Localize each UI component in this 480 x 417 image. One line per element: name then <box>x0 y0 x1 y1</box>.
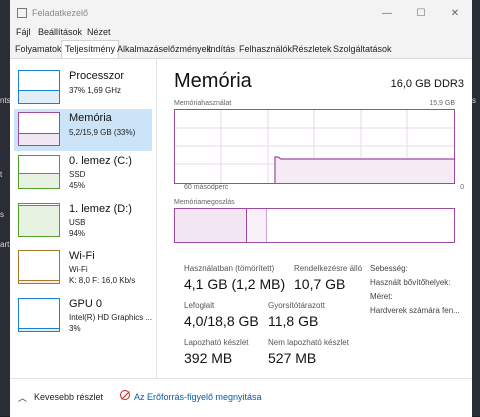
memory-usage-graph <box>174 109 455 184</box>
sidebar-item-title: 0. lemez (C:) <box>69 155 132 167</box>
status-bar: ︿ Kevesebb részlet Az Erőforrás-figyelő … <box>10 378 472 417</box>
resource-monitor-icon <box>120 390 130 400</box>
thumbnail-fill <box>19 205 59 236</box>
memory-composition-bar <box>174 208 455 243</box>
memory-spec: 16,0 GB DDR3 <box>390 78 464 90</box>
minimize-button[interactable]: — <box>370 0 404 26</box>
tab-performance[interactable]: Teljesítmény <box>61 40 120 58</box>
thumbnail-fill <box>19 90 59 103</box>
resource-monitor-link[interactable]: Az Erőforrás-figyelő megnyitása <box>134 392 262 402</box>
menu-bar: Fájl Beállítások Nézet <box>10 26 472 40</box>
stat-label: Lefoglalt <box>184 301 215 310</box>
sidebar-item-usage: 45% <box>69 181 86 190</box>
menu-view[interactable]: Nézet <box>87 27 111 37</box>
background-window-left: nts t s art <box>0 0 11 416</box>
thumbnail-fill <box>19 328 59 331</box>
resource-sidebar: Processzor 37% 1,69 GHz Memória 5,2/15,9… <box>10 59 156 377</box>
stat-label: Használatban (tömörített) <box>184 264 275 273</box>
tab-processes[interactable]: Folyamatok <box>15 44 62 54</box>
thumbnail-fill <box>19 133 59 145</box>
info-label: Sebesség: <box>370 264 408 273</box>
sidebar-item-throughput: K: 8,0 F: 16,0 Kb/s <box>69 276 136 285</box>
sidebar-item-title: Wi-Fi <box>69 250 95 262</box>
stat-value: 392 MB <box>184 350 233 366</box>
composition-free[interactable] <box>267 209 454 242</box>
tab-users[interactable]: Felhasználók <box>239 44 292 54</box>
sidebar-item-detail: 5,2/15,9 GB (33%) <box>69 128 136 137</box>
tab-app-history[interactable]: Alkalmazáselőzmények <box>117 44 211 54</box>
maximize-button[interactable]: ☐ <box>404 0 438 26</box>
memory-thumbnail-graph <box>18 112 60 146</box>
stat-label: Lapozható készlet <box>184 338 249 347</box>
sidebar-item-title: GPU 0 <box>69 298 103 310</box>
usage-graph-caption: Memóriahasználat <box>174 100 232 107</box>
sidebar-item-gpu[interactable]: GPU 0 Intel(R) HD Graphics ... 3% <box>14 295 152 337</box>
sidebar-item-memory[interactable]: Memória 5,2/15,9 GB (33%) <box>14 109 152 151</box>
sidebar-item-disk-1[interactable]: 1. lemez (D:) USB 94% <box>14 200 152 242</box>
time-axis-label: 60 másodperc <box>184 184 229 191</box>
composition-caption: Memóriamegoszlás <box>174 199 235 206</box>
cpu-thumbnail-graph <box>18 70 60 104</box>
composition-modified[interactable] <box>247 209 267 242</box>
info-label: Hardverek számára fen... <box>370 306 460 315</box>
sidebar-item-detail: USB <box>69 218 86 227</box>
axis-zero-label: 0 <box>460 184 464 191</box>
composition-in-use[interactable] <box>175 209 247 242</box>
memory-panel: Memória 16,0 GB DDR3 Memóriahasználat 15… <box>160 58 472 378</box>
thumbnail-fill <box>19 280 59 283</box>
stat-label: Rendelkezésre álló <box>294 264 363 273</box>
stat-value: 11,8 GB <box>268 313 319 329</box>
sidebar-item-title: Processzor <box>69 70 125 82</box>
sidebar-item-wifi[interactable]: Wi-Fi Wi-Fi K: 8,0 F: 16,0 Kb/s <box>14 247 152 289</box>
sidebar-item-disk-0[interactable]: 0. lemez (C:) SSD 45% <box>14 152 152 194</box>
stat-value: 10,7 GB <box>294 276 346 292</box>
page-title: Memória <box>174 70 252 92</box>
tab-startup[interactable]: Indítás <box>208 44 235 54</box>
sidebar-item-usage: 94% <box>69 229 86 238</box>
close-button[interactable]: ✕ <box>438 0 472 26</box>
stat-value: 4,0/18,8 GB <box>184 313 259 329</box>
menu-file[interactable]: Fájl <box>16 27 31 37</box>
background-window-right: s <box>472 0 480 416</box>
sidebar-item-title: Memória <box>69 112 112 124</box>
gpu-thumbnail-graph <box>18 298 60 332</box>
sidebar-item-usage: 3% <box>69 324 81 333</box>
info-label: Használt bővítőhelyek: <box>370 278 451 287</box>
sidebar-item-detail: Intel(R) HD Graphics ... <box>69 313 153 322</box>
fewer-details-button[interactable]: Kevesebb részlet <box>34 392 103 402</box>
sidebar-item-detail: SSD <box>69 170 86 179</box>
usage-graph-max: 15,9 GB <box>429 100 455 107</box>
title-bar: Feladatkezelő — ☐ ✕ <box>10 0 472 26</box>
stat-label: Nem lapozható készlet <box>268 338 349 347</box>
stat-label: Gyorsítótárazott <box>268 301 325 310</box>
menu-options[interactable]: Beállítások <box>38 27 82 37</box>
sidebar-item-title: 1. lemez (D:) <box>69 203 132 215</box>
memory-usage-plot <box>175 110 454 183</box>
task-manager-window: Feladatkezelő — ☐ ✕ Fájl Beállítások Néz… <box>10 0 472 417</box>
tab-details[interactable]: Részletek <box>292 44 332 54</box>
wifi-thumbnail-graph <box>18 250 60 284</box>
chevron-up-icon[interactable]: ︿ <box>18 391 27 404</box>
sidebar-item-cpu[interactable]: Processzor 37% 1,69 GHz <box>14 67 152 109</box>
sidebar-item-detail: 37% 1,69 GHz <box>69 86 122 95</box>
disk-0-thumbnail-graph <box>18 155 60 189</box>
task-manager-icon <box>17 8 27 18</box>
info-label: Méret: <box>370 292 393 301</box>
stat-value: 527 MB <box>268 350 317 366</box>
stat-value: 4,1 GB (1,2 MB) <box>184 276 286 292</box>
panel-divider <box>156 58 157 378</box>
tab-services[interactable]: Szolgáltatások <box>333 44 392 54</box>
sidebar-item-detail: Wi-Fi <box>69 265 88 274</box>
tab-bar: Folyamatok Teljesítmény Alkalmazáselőzmé… <box>10 40 472 59</box>
disk-1-thumbnail-graph <box>18 203 60 237</box>
thumbnail-fill <box>19 173 59 188</box>
usage-area <box>275 157 454 183</box>
window-title: Feladatkezelő <box>32 8 89 18</box>
